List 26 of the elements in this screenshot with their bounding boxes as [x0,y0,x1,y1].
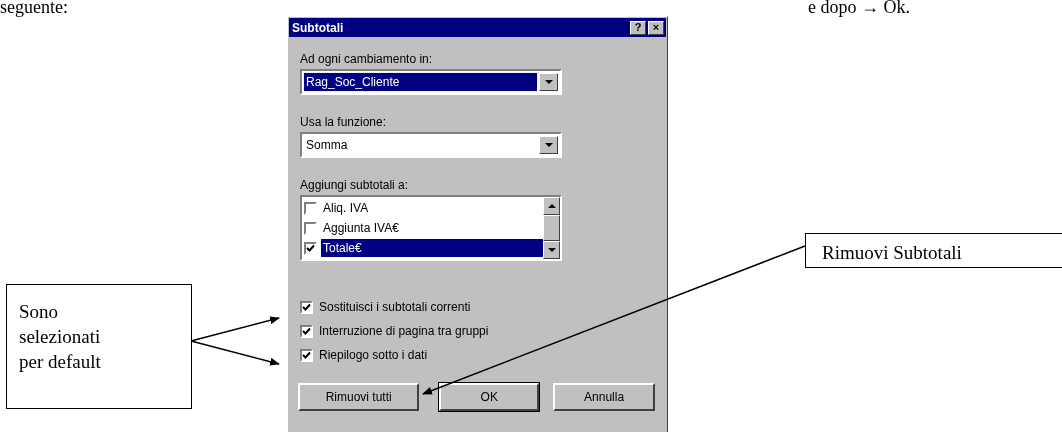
field-label: Usa la funzione: [300,115,388,129]
callout-text: Sono selezionati per default [19,300,102,374]
checkbox[interactable] [300,348,313,362]
close-button[interactable]: × [648,20,664,35]
dropdown-field[interactable]: Somma [300,132,562,158]
field-label: Ad ogni cambiamento in: [300,52,434,66]
window-title: Subtotali [292,20,344,35]
dialog-button[interactable]: OK [439,383,540,411]
dropdown-field[interactable]: Rag_Soc_Cliente [300,69,562,95]
checkbox-label: Sostituisci i subtotali correnti [319,300,471,314]
dialog-button[interactable]: Rimuovi tutti [298,383,420,411]
checkbox-label: Riepilogo sotto i dati [319,348,428,362]
dialog-button[interactable]: Annulla [553,383,655,411]
field-label: Aggiungi subtotali a: [300,178,410,192]
list-item[interactable]: Aggiunta IVA€ [321,219,543,237]
checkbox[interactable] [300,300,313,314]
list-item[interactable]: Aliq. IVA [321,199,543,217]
help-button[interactable]: ? [630,20,646,35]
scroll-bar[interactable] [543,197,560,259]
checkbox[interactable] [300,324,313,338]
document-text: e dopo → Ok. [808,0,910,16]
callout-text: Rimuovi Subtotali [822,241,963,265]
document-text: seguente: [0,0,68,16]
list-item[interactable]: Totale€ [321,239,543,257]
checkbox-label: Interruzione di pagina tra gruppi [319,324,489,338]
list-box[interactable]: Aliq. IVA Aggiunta IVA€ Totale€ [300,195,562,261]
